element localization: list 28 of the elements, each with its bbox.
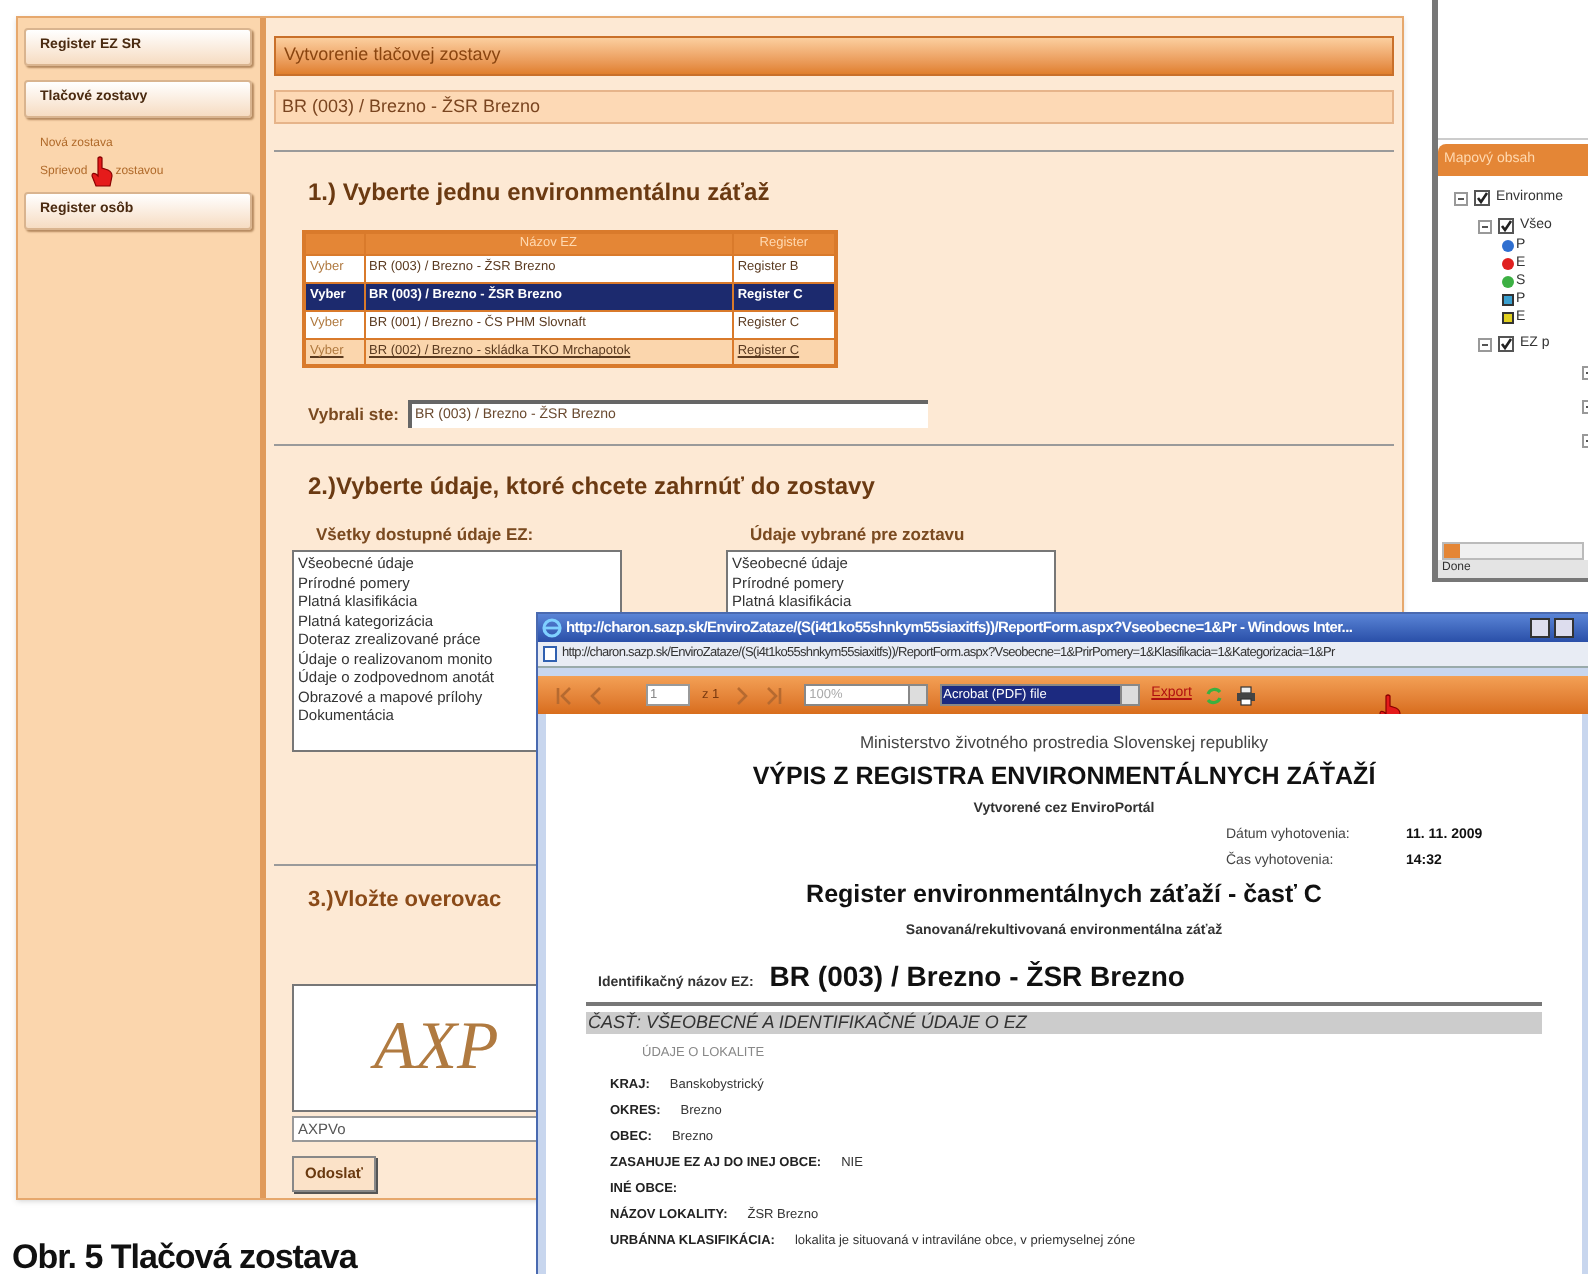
section-heading: 3.)Vložte overovac [308, 886, 502, 916]
collapse-icon[interactable] [1478, 337, 1492, 351]
section-bar: ČASŤ: VŠEOBECNÉ A IDENTIFIKAČNÉ ÚDAJE O EZ [586, 1012, 1542, 1035]
page-icon [542, 646, 558, 662]
hand-cursor-icon [89, 156, 114, 188]
figure-caption: Obr. 5 Tlačová zostava [12, 1236, 357, 1274]
ministry-text: Ministerstvo životného prostredia Slovenskej republiky [857, 730, 1271, 756]
id-value: BR (003) / Brezno - ŽSR Brezno [769, 958, 1185, 997]
field-label: Vybrali ste: [308, 401, 400, 428]
maximize-button[interactable] [1554, 618, 1574, 638]
section-heading: 1.) Vyberte jednu environmentálnu záťaž [308, 176, 772, 210]
selected-item-bar: BR (003) / Brezno - ŽSR Brezno [274, 90, 1394, 124]
page-header-bar: Vytvorenie tlačovej zostavy [274, 36, 1394, 76]
checkbox[interactable] [1498, 336, 1514, 352]
report-title: VÝPIS Z REGISTRA ENVIRONMENTÁLNYCH ZÁŤAŽÍ [750, 759, 1378, 794]
browser-icon [542, 618, 562, 638]
list-label: Všetky dostupné údaje EZ: [316, 522, 536, 548]
checkbox[interactable] [1498, 218, 1514, 234]
collapse-icon[interactable] [1454, 191, 1468, 205]
section-heading: 2.)Vyberte údaje, ktoré chcete zahrnúť do zostavy [308, 470, 877, 505]
horizontal-scrollbar[interactable] [1442, 542, 1584, 560]
checkbox[interactable] [1474, 190, 1490, 206]
minimize-button[interactable] [1530, 618, 1550, 638]
collapse-icon[interactable] [1478, 219, 1492, 233]
captcha-text: AXP [374, 1008, 499, 1088]
print-icon[interactable] [1235, 685, 1256, 705]
list-label: Údaje vybrané pre zoztavu [750, 522, 967, 548]
register-title: Register environmentálnych záťaží - časť C [804, 878, 1324, 912]
